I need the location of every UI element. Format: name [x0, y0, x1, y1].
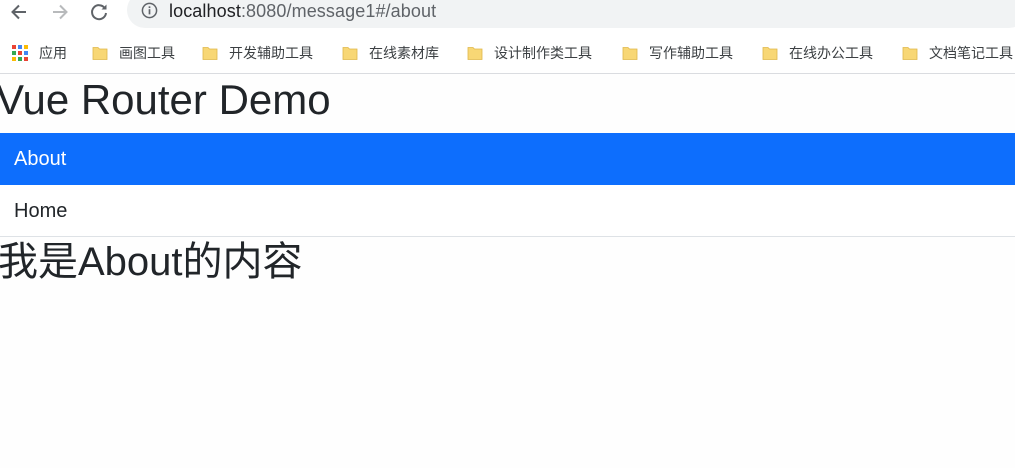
url-path: :8080/message1#/about — [240, 1, 437, 21]
bookmark-label: 设计制作类工具 — [494, 45, 592, 61]
folder-icon — [467, 47, 483, 60]
bookmarks-bar: 应用 画图工具 开发辅助工具 在线素材库 设计制作类工具 写作辅助工具 在线办公… — [0, 32, 1015, 74]
bookmark-label: 开发辅助工具 — [229, 45, 313, 61]
address-bar[interactable]: localhost:8080/message1#/about — [127, 0, 1015, 28]
router-nav: About Home — [0, 133, 1015, 237]
info-icon[interactable] — [141, 2, 158, 19]
route-view-content: 我是About的内容 — [0, 240, 303, 284]
bookmark-folder[interactable]: 在线办公工具 — [762, 42, 873, 64]
bookmark-label: 写作辅助工具 — [649, 45, 733, 61]
bookmark-folder[interactable]: 开发辅助工具 — [202, 42, 313, 64]
url-text[interactable]: localhost:8080/message1#/about — [169, 1, 436, 22]
bookmark-label: 在线办公工具 — [789, 45, 873, 61]
bookmark-label: 应用 — [39, 45, 67, 61]
folder-icon — [762, 47, 778, 60]
browser-toolbar: localhost:8080/message1#/about — [0, 0, 1015, 32]
url-host: localhost — [169, 1, 241, 21]
folder-icon — [92, 47, 108, 60]
folder-icon — [622, 47, 638, 60]
bookmark-folder[interactable]: 设计制作类工具 — [467, 42, 592, 64]
bookmark-label: 在线素材库 — [369, 45, 439, 61]
nav-link-about[interactable]: About — [0, 133, 1015, 185]
folder-icon — [902, 47, 918, 60]
reload-icon[interactable] — [85, 0, 113, 24]
bookmark-label: 画图工具 — [119, 45, 175, 61]
bookmark-folder[interactable]: 在线素材库 — [342, 42, 439, 64]
back-arrow-icon[interactable] — [5, 0, 33, 24]
nav-link-home[interactable]: Home — [0, 185, 1015, 237]
bookmark-folder[interactable]: 画图工具 — [92, 42, 175, 64]
apps-grid-icon — [12, 45, 28, 61]
forward-arrow-icon[interactable] — [46, 0, 74, 24]
bookmark-apps[interactable]: 应用 — [12, 42, 67, 64]
folder-icon — [202, 47, 218, 60]
bookmark-folder[interactable]: 文档笔记工具 — [902, 42, 1013, 64]
page-title: Vue Router Demo — [0, 76, 331, 123]
bookmark-label: 文档笔记工具 — [929, 45, 1013, 61]
bookmark-folder[interactable]: 写作辅助工具 — [622, 42, 733, 64]
folder-icon — [342, 47, 358, 60]
